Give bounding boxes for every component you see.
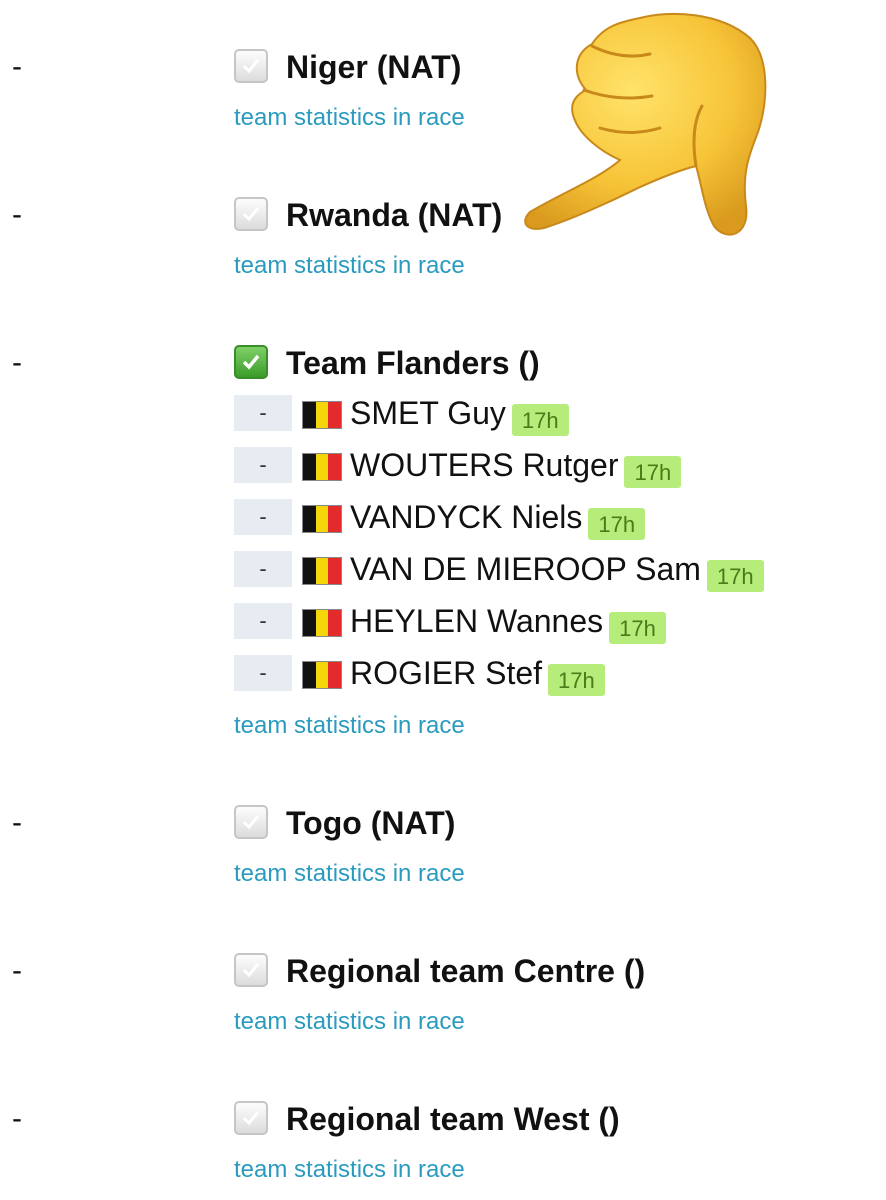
check-icon[interactable] (234, 49, 268, 83)
bullet: - (12, 346, 22, 379)
rider-row: - SMET Guy 17h (0, 395, 886, 437)
rider-name-line: VANDYCK Niels 17h (350, 497, 646, 540)
check-icon[interactable] (234, 805, 268, 839)
thumbs-down-emoji-icon (524, 12, 767, 236)
rider-name-line: ROGIER Stef 17h (350, 653, 605, 696)
rider-position-cell: - (234, 655, 292, 691)
belgium-flag-icon (302, 401, 342, 429)
team-statistics-link[interactable]: team statistics in race (234, 711, 465, 741)
check-icon[interactable] (234, 953, 268, 987)
time-badge: 17h (511, 404, 569, 436)
rider-name[interactable]: WOUTERS Rutger (350, 447, 618, 483)
team-name: Regional team West () (286, 1101, 620, 1137)
rider-row: - HEYLEN Wannes 17h (0, 603, 886, 645)
rider-position-cell: - (234, 395, 292, 431)
rider-row: - VAN DE MIEROOP Sam 17h (0, 551, 886, 593)
rider-position-cell: - (234, 499, 292, 535)
team-name: Rwanda (NAT) (286, 197, 503, 233)
bullet: - (12, 50, 22, 83)
check-icon[interactable] (234, 1101, 268, 1135)
bullet: - (12, 198, 22, 231)
team-name: Niger (NAT) (286, 49, 462, 85)
rider-row: - WOUTERS Rutger 17h (0, 447, 886, 489)
team-statistics-link[interactable]: team statistics in race (234, 103, 465, 133)
team-statistics-link[interactable]: team statistics in race (234, 859, 465, 889)
belgium-flag-icon (302, 453, 342, 481)
time-badge: 17h (624, 456, 682, 488)
team-name: Regional team Centre () (286, 953, 646, 989)
bullet: - (12, 954, 22, 987)
rider-position-cell: - (234, 551, 292, 587)
rider-row: - VANDYCK Niels 17h (0, 499, 886, 541)
team-name: Togo (NAT) (286, 805, 456, 841)
team-statistics-link[interactable]: team statistics in race (234, 1155, 465, 1185)
rider-name[interactable]: VAN DE MIEROOP Sam (350, 551, 701, 587)
rider-name[interactable]: HEYLEN Wannes (350, 603, 603, 639)
rider-name[interactable]: SMET Guy (350, 395, 506, 431)
check-icon[interactable] (234, 345, 268, 379)
belgium-flag-icon (302, 661, 342, 689)
belgium-flag-icon (302, 609, 342, 637)
bullet: - (12, 806, 22, 839)
rider-name-line: VAN DE MIEROOP Sam 17h (350, 549, 764, 592)
rider-name[interactable]: VANDYCK Niels (350, 499, 582, 535)
belgium-flag-icon (302, 505, 342, 533)
time-badge: 17h (548, 664, 605, 696)
team-statistics-link[interactable]: team statistics in race (234, 1007, 465, 1037)
time-badge: 17h (588, 508, 646, 540)
rider-name-line: HEYLEN Wannes 17h (350, 601, 666, 644)
rider-row: - ROGIER Stef 17h (0, 655, 886, 697)
time-badge: 17h (706, 560, 764, 592)
check-icon[interactable] (234, 197, 268, 231)
rider-position-cell: - (234, 603, 292, 639)
rider-name-line: SMET Guy 17h (350, 393, 569, 436)
team-name: Team Flanders () (286, 345, 540, 381)
team-statistics-link[interactable]: team statistics in race (234, 251, 465, 281)
bullet: - (12, 1102, 22, 1135)
belgium-flag-icon (302, 557, 342, 585)
rider-position-cell: - (234, 447, 292, 483)
rider-name[interactable]: ROGIER Stef (350, 655, 542, 691)
time-badge: 17h (609, 612, 666, 644)
rider-name-line: WOUTERS Rutger 17h (350, 445, 682, 488)
